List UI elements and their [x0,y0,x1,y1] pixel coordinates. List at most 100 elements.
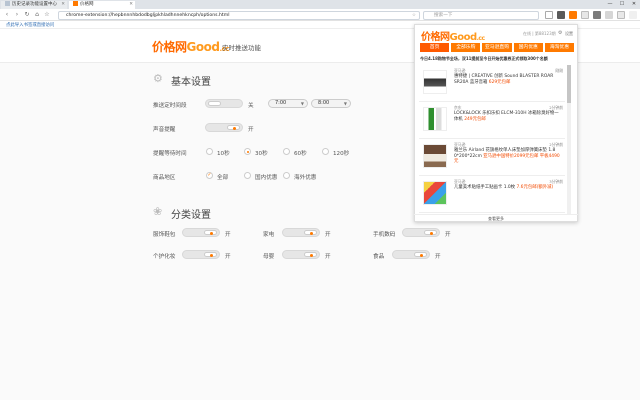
product-image[interactable] [423,144,447,168]
popup-logo: 价格网Good.cc [421,32,485,43]
window-controls: — ☐ ✕ [604,0,640,9]
browser-tab-history[interactable]: 历史记录功能设置中心 ✕ [1,1,67,9]
product-image[interactable] [423,107,447,131]
bookmark-star-icon[interactable]: ☆ [43,11,51,19]
popup-tab-domestic[interactable]: 国内优惠 [513,43,543,52]
page-icon[interactable] [545,11,553,19]
more-icon[interactable] [629,11,637,19]
push-time-switch[interactable] [205,99,243,108]
popup-tab-all[interactable]: 全部乐购 [451,43,481,52]
category-switch-baby[interactable] [282,250,320,259]
popup-tab-home[interactable]: 首页 [420,43,450,52]
tab-bar: 历史记录功能设置中心 ✕ 价格网 ✕ — ☐ ✕ [0,0,640,9]
minimize-button[interactable]: — [604,0,616,9]
push-time-label: 推送定时间段 [153,103,187,109]
close-icon[interactable]: ✕ [129,1,133,9]
popup-settings-link[interactable]: 设置 [565,31,573,37]
reload-icon[interactable]: ↻ [23,11,31,19]
interval-60-radio[interactable] [283,148,290,155]
page-subtitle: 实时推送功能 [222,44,261,52]
popup-info: 在线 | 第88123期 [523,31,556,36]
interval-10-radio[interactable] [206,148,213,155]
list-item[interactable]: 亚马逊 2分钟前 雅兰乐 Airland 花旗格纹单人床垫加厚弹簧床垫 1.8 … [419,139,565,176]
category-label-baby: 母婴 [263,254,275,260]
tab-label: 价格网 [80,2,94,7]
sound-state: 开 [248,127,254,133]
popup-scrollbar[interactable] [567,65,571,214]
popup-tab-overseas[interactable]: 海淘优惠 [544,43,575,52]
end-time-select[interactable]: 8:00 ▼ [311,99,351,108]
close-window-button[interactable]: ✕ [628,0,640,9]
popup-more-link[interactable]: 查看更多 [414,214,578,222]
popup-deal-list: 亚马逊 刚刚 惠特捷 | CREATIVE 创新 Sound BLASTER R… [419,65,565,214]
sound-label: 声音提醒 [153,127,176,133]
category-icon: ❀ [153,205,163,218]
product-image[interactable] [423,70,447,94]
category-switch-food[interactable] [392,250,430,259]
category-state-food: 开 [435,254,441,260]
interval-120-label: 120秒 [333,151,350,157]
region-domestic-label: 国内优惠 [255,175,278,181]
deal-title[interactable]: 儿童美术贴纸手工贴画卡 1.0枚 7.6元包邮(额外减) [454,185,562,191]
jiagewang-logo: 价格网Good.cc [152,40,229,54]
interval-10-label: 10秒 [217,151,230,157]
region-all-checkbox[interactable]: ✓ [206,172,213,179]
chevron-down-icon: ▼ [343,101,347,106]
interval-30-label: 30秒 [255,151,268,157]
region-all-label: 全部 [217,175,229,181]
jiagewang-icon [73,1,78,6]
category-switch-cosmetics[interactable] [182,250,220,259]
region-label: 商品地区 [153,175,176,181]
deal-title[interactable]: 雅兰乐 Airland 花旗格纹单人床垫加厚弹簧床垫 1.8 0*200*22c… [454,148,562,165]
sound-switch[interactable] [205,123,243,132]
forward-icon[interactable]: › [13,11,21,19]
browser-tab-jiagewang[interactable]: 价格网 ✕ [69,1,135,9]
deal-title[interactable]: LOCK&LOCK 乐扣乐扣 ELCM-310H 冰箱除臭好物一体机 249元包… [454,111,562,122]
gear-icon[interactable]: ⚙ [558,30,562,36]
settings-icon[interactable] [617,11,625,19]
gear-icon: ⚙ [153,72,163,85]
browser-toolbar: ‹ › ↻ ⌂ ☆ chrome-extension://hepbnnnhbdo… [0,9,640,21]
list-item[interactable]: 亚马逊 刚刚 惠特捷 | CREATIVE 创新 Sound BLASTER R… [419,65,565,102]
bookmark-link[interactable]: 点此导入书签或直接访问 [6,22,54,28]
category-switch-appliances[interactable] [282,228,320,237]
region-domestic-checkbox[interactable] [244,172,251,179]
interval-label: 提醒等待时间 [153,151,187,157]
menu-icon[interactable] [593,11,601,19]
popup-tab-amazon[interactable]: 亚马逊直购 [482,43,512,52]
apps-icon[interactable] [605,11,613,19]
home-icon[interactable]: ⌂ [33,11,41,19]
page-icon [5,1,10,6]
category-label-cosmetics: 个护化妆 [153,254,176,260]
close-icon[interactable]: ✕ [61,1,65,9]
category-switch-apparel[interactable] [182,228,220,237]
product-image[interactable] [423,181,447,205]
list-item[interactable]: 亚马逊 3分钟前 儿童美术贴纸手工贴画卡 1.0枚 7.6元包邮(额外减) [419,176,565,213]
address-bar[interactable]: chrome-extension://hepbnnnhbdodbgljpkhla… [58,10,420,20]
category-state-digital: 开 [445,232,451,238]
push-time-state: 关 [248,103,254,109]
category-switch-digital[interactable] [402,228,440,237]
tab-label: 历史记录功能设置中心 [12,2,57,7]
search-input[interactable]: 搜索一下 [423,10,539,20]
maximize-button[interactable]: ☐ [616,0,628,9]
jiagewang-extension-icon[interactable] [569,11,577,19]
deal-title[interactable]: 惠特捷 | CREATIVE 创新 Sound BLASTER ROAR SR2… [454,74,562,85]
list-item[interactable]: 京东 2分钟前 LOCK&LOCK 乐扣乐扣 ELCM-310H 冰箱除臭好物一… [419,102,565,139]
star-icon[interactable]: ☆ [412,12,416,19]
search-placeholder: 搜索一下 [434,12,453,18]
interval-120-radio[interactable] [322,148,329,155]
basic-settings-title: 基本设置 [171,77,211,88]
category-label-food: 食品 [373,254,385,260]
back-icon[interactable]: ‹ [3,11,11,19]
popup-notice[interactable]: 今日4.18购物节全场，双11提前至今日开始优惠券正式领取300个名额 [420,56,574,62]
download-icon[interactable] [557,11,565,19]
category-settings-title: 分类设置 [171,210,211,221]
category-state-baby: 开 [325,254,331,260]
interval-30-radio[interactable] [244,148,251,155]
popup-tabs: 首页 全部乐购 亚马逊直购 国内优惠 海淘优惠 [420,43,575,52]
region-overseas-checkbox[interactable] [283,172,290,179]
scrollbar-thumb[interactable] [567,65,571,103]
extension-icon[interactable] [581,11,589,19]
start-time-select[interactable]: 7:00 ▼ [268,99,308,108]
